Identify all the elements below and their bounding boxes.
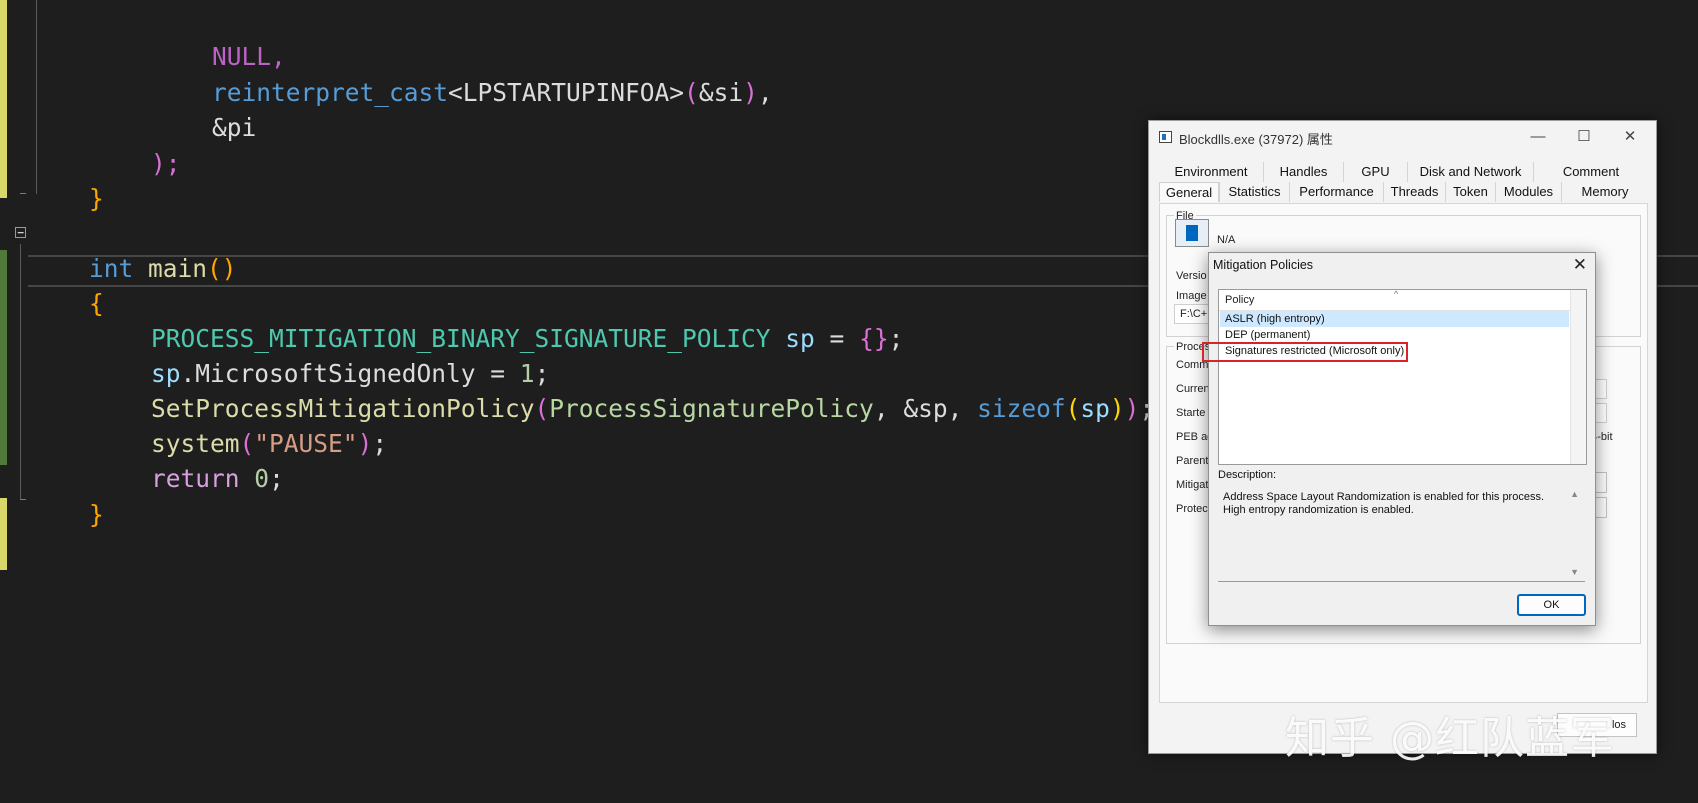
minimize-button[interactable]: — [1516, 125, 1560, 149]
highlight-box-signatures-restricted [1202, 342, 1408, 362]
code-token: sp [1080, 394, 1110, 423]
code-token: ); [151, 149, 181, 178]
scroll-down-icon[interactable]: ▼ [1570, 567, 1579, 577]
code-token: <LPSTARTUPINFOA> [448, 78, 685, 107]
close-icon[interactable]: ✕ [1573, 255, 1587, 275]
code-token: , [757, 78, 773, 107]
column-header-policy[interactable]: Policy ^ [1219, 289, 1570, 311]
started-label: Starte [1176, 407, 1206, 419]
tab-memory[interactable]: Memory [1561, 182, 1648, 202]
code-token: , &sp, [873, 394, 978, 423]
tab-threads[interactable]: Threads [1383, 182, 1445, 202]
close-button[interactable]: ✕ [1608, 125, 1652, 149]
code-token: &pi [212, 113, 257, 142]
tab-row-bottom: General Statistics Performance Threads T… [1159, 182, 1648, 202]
tab-performance[interactable]: Performance [1289, 182, 1383, 202]
fold-guide-end [20, 499, 26, 500]
column-header-label: Policy [1225, 294, 1255, 306]
code-token: ; [888, 324, 904, 353]
title-bar[interactable]: Blockdlls.exe (37972) 属性 — ☐ ✕ [1149, 121, 1656, 153]
code-line: } [30, 464, 104, 566]
mitigation-label: Mitigat [1176, 479, 1209, 491]
description-line: Address Space Layout Randomization is en… [1223, 491, 1545, 503]
code-token: ProcessSignaturePolicy [549, 394, 874, 423]
code-token: &si [698, 78, 744, 107]
collapse-icon[interactable]: − [15, 227, 26, 238]
change-marker-modified [0, 250, 7, 465]
code-token: 0 [254, 464, 270, 493]
version-label: Versio [1176, 270, 1207, 282]
code-token: sizeof [977, 394, 1066, 423]
code-token: {} [859, 324, 889, 353]
sort-ascending-icon: ^ [1394, 289, 1399, 299]
description-text[interactable]: Address Space Layout Randomization is en… [1218, 485, 1585, 582]
code-token: sp [770, 324, 815, 353]
tab-disk-and-network[interactable]: Disk and Network [1407, 162, 1533, 182]
maximize-button[interactable]: ☐ [1562, 125, 1606, 149]
list-item[interactable]: ASLR (high entropy) [1220, 311, 1569, 327]
dialog-title: Mitigation Policies [1213, 258, 1314, 272]
tab-gpu[interactable]: GPU [1343, 162, 1407, 182]
description-label: Description: [1218, 469, 1277, 481]
image-label: Image [1176, 290, 1207, 302]
list-item[interactable]: DEP (permanent) [1220, 327, 1569, 343]
tab-handles[interactable]: Handles [1263, 162, 1343, 182]
code-token: main [133, 254, 208, 283]
tab-token[interactable]: Token [1445, 182, 1495, 202]
change-marker-saved [0, 0, 7, 198]
list-scrollbar[interactable] [1570, 290, 1586, 464]
description-line: High entropy randomization is enabled. [1223, 504, 1414, 516]
code-token: ; [269, 464, 284, 493]
tab-general[interactable]: General [1159, 182, 1219, 202]
window-title: Blockdlls.exe (37972) 属性 [1179, 132, 1333, 147]
fold-guide-end [20, 193, 26, 194]
code-line: ); [92, 113, 181, 215]
policy-list[interactable]: Policy ^ ASLR (high entropy) DEP (perman… [1218, 289, 1587, 465]
ok-button[interactable]: OK [1517, 594, 1586, 616]
code-token: } [89, 500, 104, 529]
scroll-up-icon[interactable]: ▲ [1570, 489, 1579, 499]
tab-comment[interactable]: Comment [1533, 162, 1648, 182]
mitigation-policies-dialog[interactable]: Mitigation Policies ✕ Policy ^ ASLR (hig… [1208, 252, 1596, 626]
file-icon [1175, 219, 1209, 247]
tab-statistics[interactable]: Statistics [1219, 182, 1289, 202]
app-icon [1159, 131, 1172, 143]
code-token: () [207, 254, 237, 283]
file-name: N/A [1217, 234, 1236, 246]
parent-label: Parent [1176, 455, 1209, 467]
code-token: return [151, 464, 240, 493]
image-path: F:\C+ [1180, 308, 1208, 320]
code-token: ; [372, 429, 388, 458]
current-directory-label: Curren [1176, 383, 1210, 395]
watermark: 知乎 @红队蓝军 [1285, 713, 1615, 764]
tab-environment[interactable]: Environment [1159, 162, 1263, 182]
fold-guide [20, 244, 21, 500]
code-line: return 0; [92, 428, 284, 530]
code-token: } [89, 184, 104, 213]
change-marker-saved [0, 498, 7, 570]
tab-modules[interactable]: Modules [1495, 182, 1561, 202]
tab-row-top: Environment Handles GPU Disk and Network… [1159, 162, 1648, 182]
code-token: = [814, 324, 860, 353]
protection-label: Protec [1176, 503, 1208, 515]
